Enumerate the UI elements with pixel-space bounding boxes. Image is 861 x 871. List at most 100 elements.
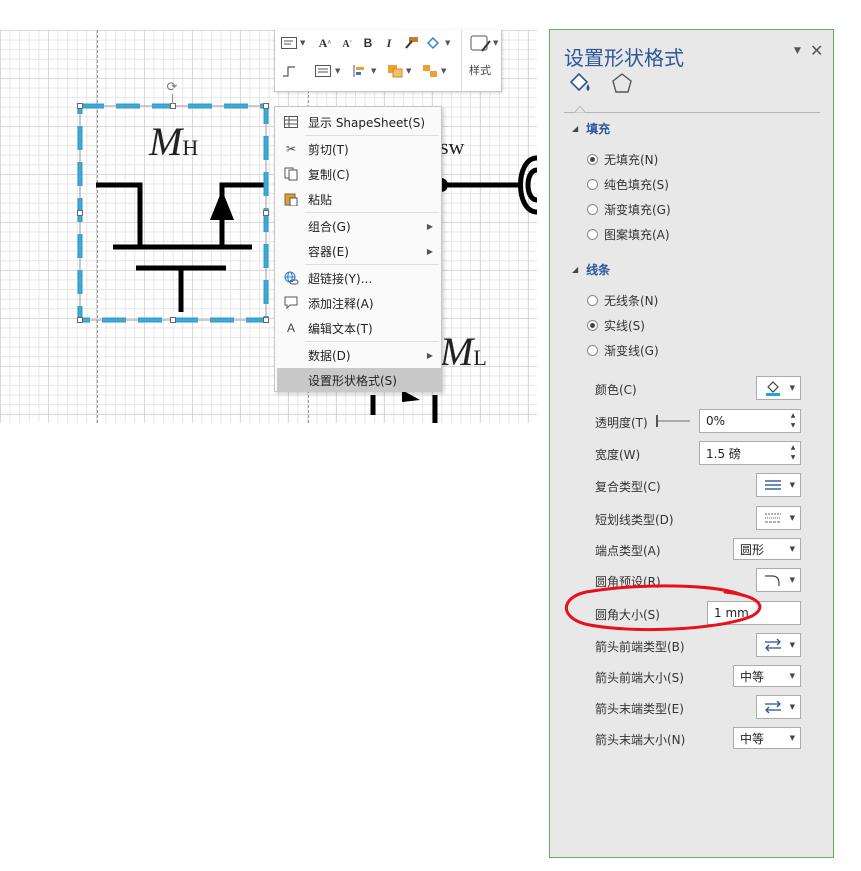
styles-group[interactable]: ▼ 样式 — [461, 30, 503, 92]
dash-type-dropdown[interactable]: ▼ — [756, 506, 801, 530]
fill-section-header[interactable]: ◢ 填充 — [572, 120, 610, 137]
radio-solid-fill[interactable]: 纯色填充(S) — [587, 176, 669, 193]
pane-options-icon[interactable]: ▼ — [794, 46, 801, 56]
transparency-input[interactable]: 0% ▲ ▼ — [699, 409, 801, 433]
spinner-icon[interactable]: ▲ ▼ — [786, 410, 800, 432]
rotation-handle-icon[interactable]: ⟳ — [165, 81, 179, 95]
line-color-picker[interactable]: ▼ — [756, 376, 801, 400]
line-section-header[interactable]: ◢ 线条 — [572, 261, 610, 278]
menu-item-format-shape[interactable]: 设置形状格式(S) — [277, 368, 441, 392]
position-icon[interactable] — [350, 61, 370, 81]
resize-handle-n[interactable] — [170, 103, 176, 109]
connector-icon[interactable] — [279, 61, 299, 81]
radio-indicator[interactable] — [587, 179, 598, 190]
chevron-down-icon: ▼ — [789, 703, 795, 711]
menu-item-show-shapesheet[interactable]: 显示 ShapeSheet(S) — [277, 110, 441, 134]
chevron-down-icon[interactable]: ▼ — [335, 67, 340, 75]
round-size-input[interactable]: 1 mm — [707, 601, 801, 625]
radio-label: 渐变填充(G) — [604, 203, 671, 217]
submenu-arrow-icon: ▶ — [426, 246, 433, 256]
collapse-triangle-icon: ◢ — [572, 124, 579, 133]
fill-line-tab-icon[interactable] — [568, 72, 596, 96]
chevron-down-icon[interactable]: ▼ — [441, 67, 446, 75]
label-ml-sub: L — [473, 345, 487, 370]
align-text-icon[interactable] — [313, 61, 333, 81]
radio-no-line[interactable]: 无线条(N) — [587, 292, 658, 309]
compound-type-dropdown[interactable]: ▼ — [756, 473, 801, 497]
menu-separator — [305, 135, 439, 136]
menu-item-label: 添加注释(A) — [308, 296, 374, 311]
styles-label: 样式 — [469, 64, 491, 77]
bold-button[interactable]: B — [358, 33, 378, 53]
transparency-slider[interactable] — [656, 415, 690, 427]
spinner-icon[interactable]: ▲ ▼ — [786, 442, 800, 464]
chevron-down-icon[interactable]: ▼ — [493, 39, 498, 47]
menu-item-cut[interactable]: ✂ 剪切(T) — [277, 137, 441, 161]
quick-styles-icon[interactable] — [470, 34, 494, 54]
menu-item-label: 超链接(Y)... — [308, 271, 373, 286]
fill-bucket-icon[interactable] — [423, 33, 443, 53]
slider-thumb[interactable] — [656, 415, 658, 427]
round-preset-dropdown[interactable]: ▼ — [756, 568, 801, 592]
menu-item-paste[interactable]: 粘贴 — [277, 187, 441, 211]
chevron-down-icon[interactable]: ▼ — [371, 67, 376, 75]
round-preset-label: 圆角预设(R) — [595, 575, 661, 589]
radio-gradient-line[interactable]: 渐变线(G) — [587, 342, 659, 359]
menu-item-hyperlink[interactable]: 超链接(Y)... — [277, 266, 441, 290]
radio-solid-line[interactable]: 实线(S) — [587, 317, 645, 334]
radio-pattern-fill[interactable]: 图案填充(A) — [587, 226, 670, 243]
label-ml: ML — [440, 328, 487, 375]
end-arrow-size-dropdown[interactable]: 中等 ▼ — [733, 727, 801, 749]
radio-indicator[interactable] — [587, 229, 598, 240]
format-painter-icon[interactable] — [401, 33, 421, 53]
shrink-font-icon[interactable]: Aˇ — [337, 34, 357, 54]
radio-no-fill[interactable]: 无填充(N) — [587, 151, 658, 168]
menu-item-group[interactable]: 组合(G) ▶ — [277, 214, 441, 238]
shape-effects-tab-icon[interactable] — [610, 72, 634, 96]
radio-label: 图案填充(A) — [604, 228, 670, 242]
rotation-stem — [172, 94, 173, 104]
resize-handle-s[interactable] — [170, 317, 176, 323]
resize-handle-e[interactable] — [263, 210, 269, 216]
chevron-down-icon[interactable]: ▼ — [300, 39, 305, 47]
text-block-icon[interactable] — [279, 33, 299, 53]
chevron-down-icon: ▼ — [789, 734, 795, 742]
arrow-type-icon — [765, 700, 781, 714]
radio-gradient-fill[interactable]: 渐变填充(G) — [587, 201, 671, 218]
italic-button[interactable]: I — [379, 33, 399, 53]
bring-front-icon[interactable] — [385, 61, 405, 81]
group-icon[interactable] — [420, 61, 440, 81]
menu-item-copy[interactable]: 复制(C) — [277, 162, 441, 186]
resize-handle-ne[interactable] — [263, 103, 269, 109]
resize-handle-w[interactable] — [77, 210, 83, 216]
radio-indicator[interactable] — [587, 345, 598, 356]
width-input[interactable]: 1.5 磅 ▲ ▼ — [699, 441, 801, 465]
chevron-down-icon[interactable]: ▼ — [406, 67, 411, 75]
mosfet-arrow — [210, 190, 234, 220]
resize-handle-nw[interactable] — [77, 103, 83, 109]
end-arrow-type-dropdown[interactable]: ▼ — [756, 695, 801, 719]
radio-label: 无填充(N) — [604, 153, 659, 167]
grow-font-icon[interactable]: A ^ — [315, 33, 335, 53]
width-value: 1.5 磅 — [706, 446, 741, 461]
submenu-arrow-icon: ▶ — [426, 221, 433, 231]
menu-item-edit-text[interactable]: A 编辑文本(T) — [277, 316, 441, 340]
resize-handle-sw[interactable] — [77, 317, 83, 323]
menu-item-add-comment[interactable]: 添加注释(A) — [277, 291, 441, 315]
close-icon[interactable]: ✕ — [810, 41, 823, 60]
line-section-title: 线条 — [586, 263, 611, 277]
resize-handle-se[interactable] — [263, 317, 269, 323]
begin-arrow-type-dropdown[interactable]: ▼ — [756, 633, 801, 657]
chevron-down-icon: ▼ — [789, 384, 795, 392]
begin-arrow-size-dropdown[interactable]: 中等 ▼ — [733, 665, 801, 687]
radio-indicator[interactable] — [587, 154, 598, 165]
chevron-down-icon: ▼ — [789, 672, 795, 680]
cap-type-dropdown[interactable]: 圆形 ▼ — [733, 538, 801, 560]
radio-indicator[interactable] — [587, 320, 598, 331]
menu-item-data[interactable]: 数据(D) ▶ — [277, 343, 441, 367]
context-menu: 显示 ShapeSheet(S) ✂ 剪切(T) 复制(C) 粘贴 组合(G) … — [274, 106, 442, 392]
chevron-down-icon[interactable]: ▼ — [445, 39, 450, 47]
menu-item-container[interactable]: 容器(E) ▶ — [277, 239, 441, 263]
radio-indicator[interactable] — [587, 295, 598, 306]
radio-indicator[interactable] — [587, 204, 598, 215]
